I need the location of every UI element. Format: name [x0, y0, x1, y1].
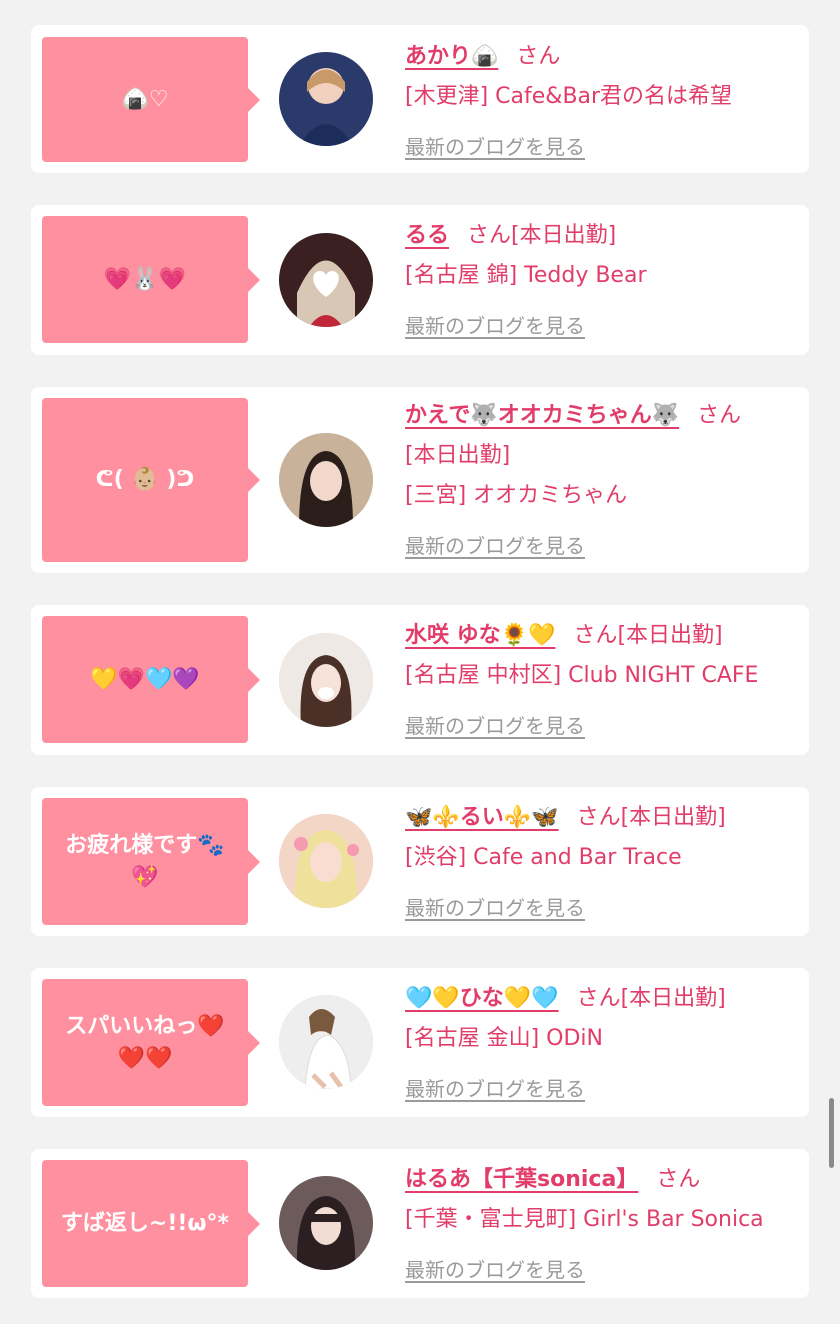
girl-name-link[interactable]: 🦋⚜️るい⚜️🦋 — [405, 805, 559, 830]
avatar[interactable] — [279, 1176, 373, 1270]
latest-blog-link[interactable]: 最新のブログを見る — [405, 714, 585, 738]
shop-name: [名古屋 中村区] Club NIGHT CAFE — [405, 663, 759, 688]
entry-info: 水咲 ゆな🌻💛 さん[本日出勤] [名古屋 中村区] Club NIGHT CAF… — [405, 616, 795, 746]
message-bubble-text: 💗🐰💗 — [103, 266, 187, 292]
list-item: すば返し~!!ω°* はるあ【千葉sonica】 さん [千葉・富士見町] Gir… — [31, 1149, 809, 1298]
scrollbar-thumb[interactable] — [829, 1098, 834, 1168]
shop-name: [名古屋 金山] ODiN — [405, 1026, 603, 1051]
list-item: 💛💗🩵💜 水咲 ゆな🌻💛 さん[本日出勤] [名古屋 中村区] Club NIGH… — [31, 605, 809, 755]
message-bubble-text: すば返し~!!ω°* — [60, 1210, 230, 1236]
message-bubble: 💛💗🩵💜 — [42, 616, 260, 743]
girl-name-link[interactable]: はるあ【千葉sonica】 — [405, 1167, 638, 1192]
avatar-photo — [279, 433, 373, 527]
latest-blog-link[interactable]: 最新のブログを見る — [405, 1258, 585, 1282]
latest-blog-link[interactable]: 最新のブログを見る — [405, 534, 585, 558]
status-badge: [本日出勤] — [511, 223, 617, 248]
list-item: スパいいねっ❤️❤️❤️ 🩵💛ひな💛🩵 さん[本日出勤] [名古屋 金山] ODi… — [31, 968, 809, 1117]
status-badge: [本日出勤] — [620, 986, 726, 1011]
girl-name-link[interactable]: るる — [405, 223, 449, 248]
status-badge: [本日出勤] — [617, 623, 723, 648]
list-item: 🍙♡ あかり🍙 さん [木更津] Cafe&Bar君の名は希望 最新のブログを見る — [31, 25, 809, 173]
avatar-photo — [279, 814, 373, 908]
avatar-photo — [279, 233, 373, 327]
latest-blog-link[interactable]: 最新のブログを見る — [405, 314, 585, 338]
honorific: さん — [576, 805, 621, 830]
status-badge: [本日出勤] — [405, 443, 511, 468]
list-item: 💗🐰💗 るる さん[本日出勤] [名古屋 錦] Teddy Bear 最新のブログ… — [31, 205, 809, 355]
latest-blog-link[interactable]: 最新のブログを見る — [405, 1077, 585, 1101]
avatar[interactable] — [279, 995, 373, 1089]
honorific: さん — [697, 403, 742, 428]
avatar[interactable] — [279, 633, 373, 727]
status-badge: [本日出勤] — [620, 805, 726, 830]
shop-name: [千葉・富士見町] Girl's Bar Sonica — [405, 1207, 764, 1232]
honorific: さん — [467, 223, 512, 248]
latest-blog-link[interactable]: 最新のブログを見る — [405, 135, 585, 159]
shop-name: [渋谷] Cafe and Bar Trace — [405, 845, 682, 870]
entry-info: あかり🍙 さん [木更津] Cafe&Bar君の名は希望 最新のブログを見る — [405, 37, 795, 167]
latest-blog-link[interactable]: 最新のブログを見る — [405, 896, 585, 920]
shop-name: [木更津] Cafe&Bar君の名は希望 — [405, 84, 733, 109]
shop-name: [名古屋 錦] Teddy Bear — [405, 263, 647, 288]
girl-name-link[interactable]: 水咲 ゆな🌻💛 — [405, 623, 555, 648]
avatar-photo — [279, 52, 373, 146]
shop-name: [三宮] オオカミちゃん — [405, 483, 628, 508]
girl-name-link[interactable]: かえで🐺オオカミちゃん🐺 — [405, 403, 679, 428]
avatar[interactable] — [279, 233, 373, 327]
message-bubble-text: スパいいねっ❤️❤️❤️ — [65, 1013, 225, 1071]
entry-info: るる さん[本日出勤] [名古屋 錦] Teddy Bear 最新のブログを見る — [405, 216, 795, 346]
message-bubble-text: 🍙♡ — [121, 86, 169, 112]
message-bubble: スパいいねっ❤️❤️❤️ — [42, 979, 260, 1106]
entry-info: はるあ【千葉sonica】 さん [千葉・富士見町] Girl's Bar Son… — [405, 1160, 795, 1290]
avatar-photo — [279, 995, 373, 1089]
message-bubble: すば返し~!!ω°* — [42, 1160, 260, 1287]
avatar-photo — [279, 1176, 373, 1270]
avatar[interactable] — [279, 52, 373, 146]
message-bubble-text: 💛💗🩵💜 — [90, 666, 200, 692]
message-bubble-text: お疲れ様です🐾💖 — [65, 832, 225, 890]
avatar[interactable] — [279, 814, 373, 908]
entry-info: 🩵💛ひな💛🩵 さん[本日出勤] [名古屋 金山] ODiN 最新のブログを見る — [405, 979, 795, 1109]
message-bubble: お疲れ様です🐾💖 — [42, 798, 260, 925]
message-bubble: ᕦ( 👶🏼 )ᕤ — [42, 398, 260, 562]
list-item: ᕦ( 👶🏼 )ᕤ かえで🐺オオカミちゃん🐺 さん [本日出勤] [三宮] オオカミ… — [31, 387, 809, 573]
message-bubble-text: ᕦ( 👶🏼 )ᕤ — [95, 467, 195, 492]
girl-name-link[interactable]: 🩵💛ひな💛🩵 — [405, 986, 559, 1011]
honorific: さん — [573, 623, 618, 648]
honorific: さん — [576, 986, 621, 1011]
list-item: お疲れ様です🐾💖 🦋⚜️るい⚜️🦋 さん[本日出勤] [渋谷] Cafe and … — [31, 787, 809, 936]
avatar-photo — [279, 633, 373, 727]
entry-info: かえで🐺オオカミちゃん🐺 さん [本日出勤] [三宮] オオカミちゃん 最新のブロ… — [405, 396, 795, 566]
girl-name-link[interactable]: あかり🍙 — [405, 44, 498, 69]
message-bubble: 💗🐰💗 — [42, 216, 260, 343]
avatar[interactable] — [279, 433, 373, 527]
honorific: さん — [516, 44, 561, 69]
message-bubble: 🍙♡ — [42, 37, 260, 162]
entry-info: 🦋⚜️るい⚜️🦋 さん[本日出勤] [渋谷] Cafe and Bar Trace… — [405, 798, 795, 928]
honorific: さん — [656, 1167, 701, 1192]
